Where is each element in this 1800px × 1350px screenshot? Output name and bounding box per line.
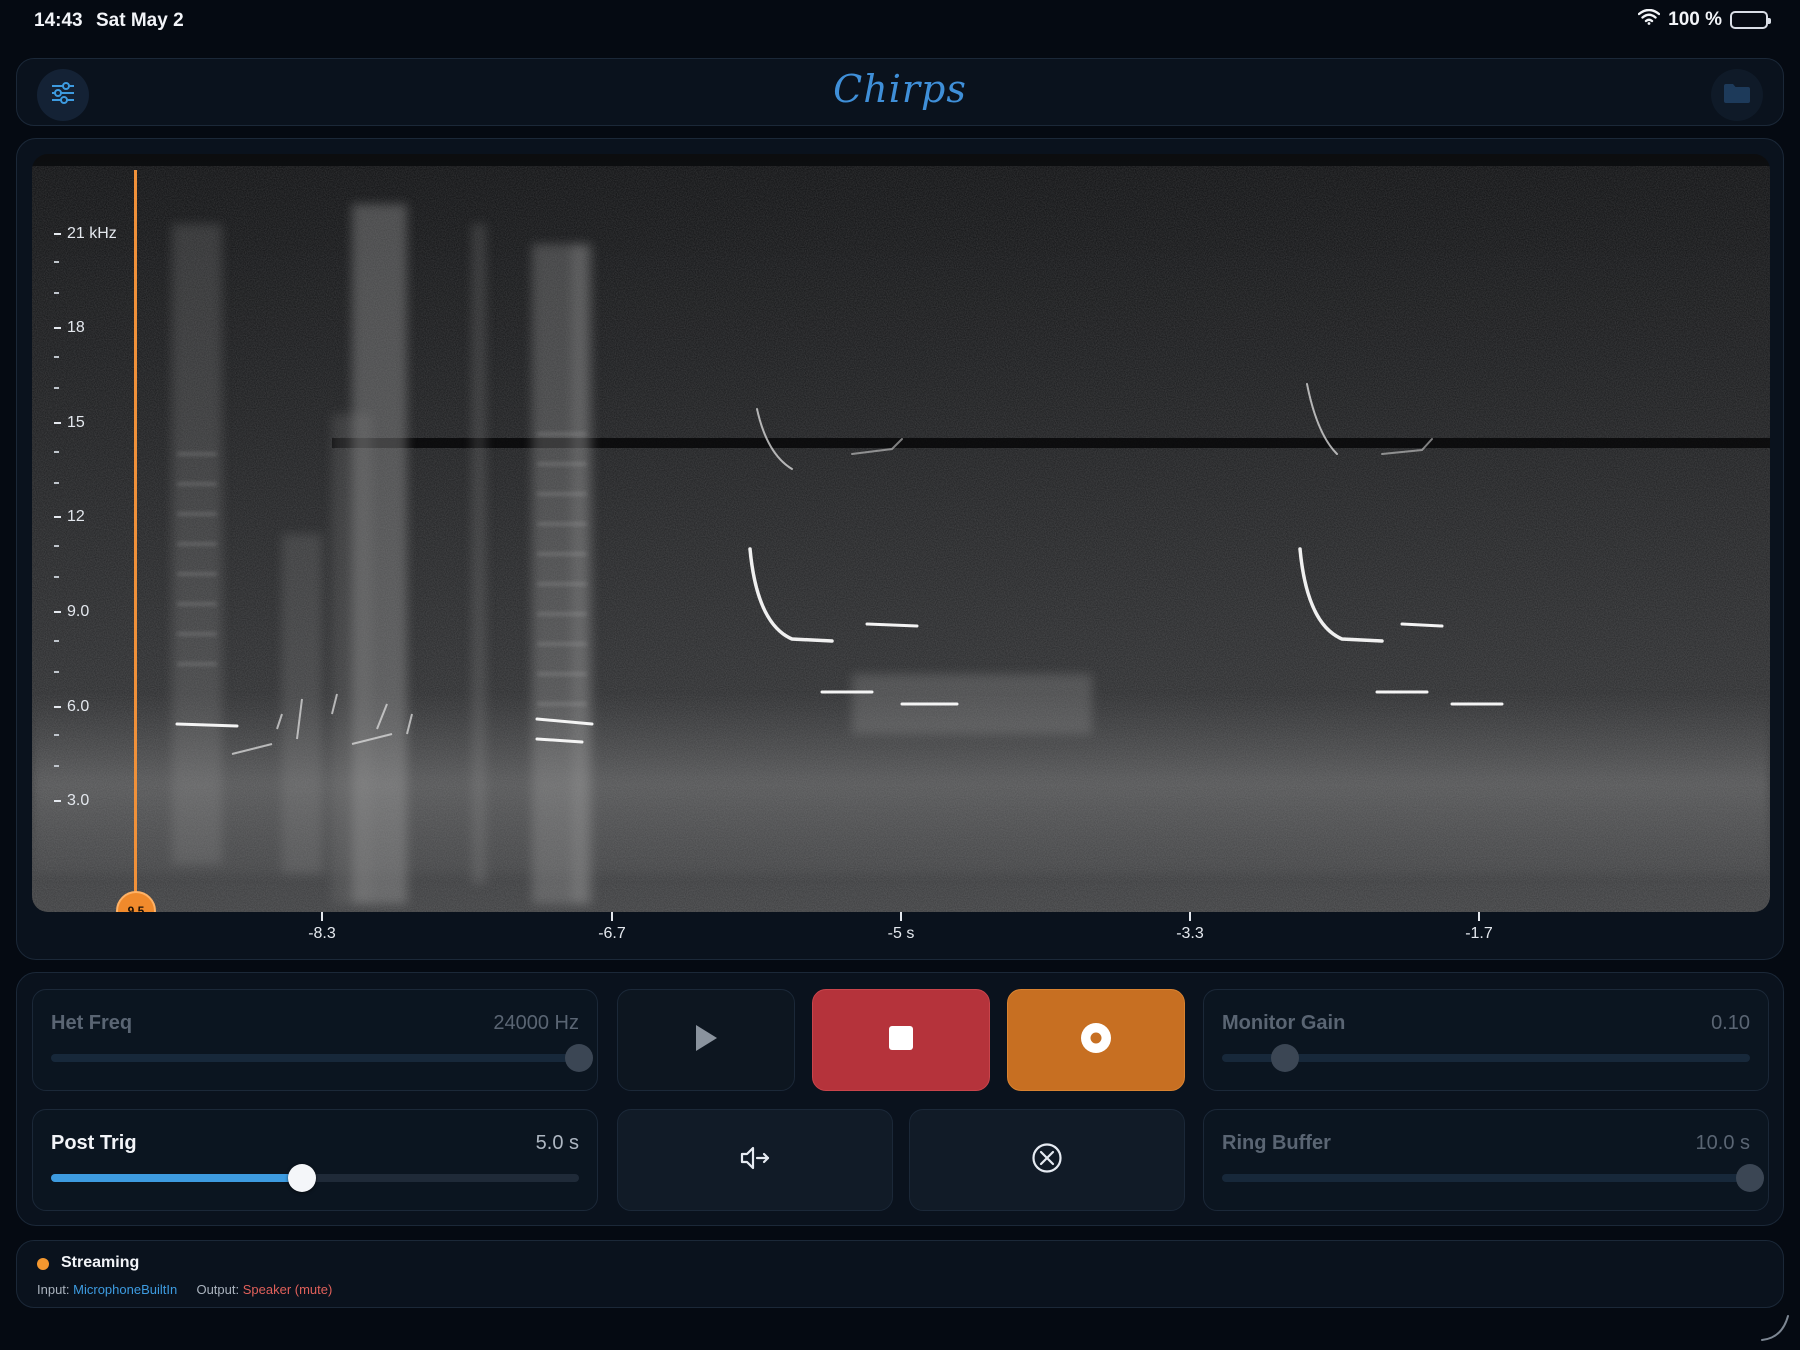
x-tick-label: -8.3: [282, 912, 362, 943]
y-minor-tick: [54, 356, 59, 358]
x-tick-label: -1.7: [1439, 912, 1519, 943]
stop-button[interactable]: [812, 989, 990, 1091]
play-icon: [693, 1023, 719, 1058]
y-minor-tick: [54, 261, 59, 263]
y-tick-label: 21 kHz: [54, 225, 117, 243]
speaker-output-button[interactable]: [617, 1109, 893, 1211]
input-device: MicrophoneBuiltIn: [73, 1282, 178, 1297]
status-bar: 14:43 Sat May 2 100 %: [0, 0, 1800, 44]
post-trig-slider-card: Post Trig 5.0 s: [32, 1109, 598, 1211]
play-button[interactable]: [617, 989, 795, 1091]
resize-handle-icon: [1761, 1315, 1789, 1341]
het-freq-slider[interactable]: [51, 1044, 593, 1072]
y-minor-tick: [54, 292, 59, 294]
post-trig-slider-thumb[interactable]: [287, 1164, 316, 1192]
y-minor-tick: [54, 640, 59, 642]
monitor-gain-slider-card: Monitor Gain 0.10: [1203, 989, 1769, 1091]
spectrogram-panel: 21 kHz 18 15 12 9.0 6.0 3.0 9.5 -8.3 -6.…: [16, 138, 1784, 960]
control-panel: Het Freq 24000 Hz Monitor Gain 0.10 Post…: [16, 972, 1784, 1226]
post-trig-slider[interactable]: [51, 1164, 579, 1192]
folder-icon: [1723, 82, 1751, 109]
time-cursor-line[interactable]: [134, 170, 137, 912]
title-bar: Chirps: [16, 58, 1784, 126]
spectrogram-canvas[interactable]: 21 kHz 18 15 12 9.0 6.0 3.0 9.5: [32, 154, 1770, 912]
streaming-status: Streaming: [61, 1254, 140, 1271]
x-tick-label: -3.3: [1150, 912, 1230, 943]
post-trig-slider-fill: [51, 1174, 302, 1182]
status-time: 14:43: [34, 10, 83, 31]
record-button[interactable]: [1007, 989, 1185, 1091]
status-footer: Streaming Input: MicrophoneBuiltIn Outpu…: [16, 1240, 1784, 1308]
y-tick-label: 3.0: [54, 792, 89, 810]
post-trig-value: 5.0 s: [535, 1132, 579, 1154]
ring-buffer-slider-card: Ring Buffer 10.0 s: [1203, 1109, 1769, 1211]
y-minor-tick: [54, 482, 59, 484]
y-minor-tick: [54, 671, 59, 673]
battery-percent: 100 %: [1668, 9, 1722, 30]
output-label: Output:: [196, 1282, 240, 1297]
app-title: Chirps: [833, 67, 967, 111]
y-minor-tick: [54, 576, 59, 578]
ring-buffer-slider[interactable]: [1222, 1164, 1764, 1192]
stop-icon: [888, 1025, 914, 1056]
speaker-out-icon: [739, 1145, 771, 1176]
post-trig-label: Post Trig: [51, 1132, 137, 1154]
ring-buffer-label: Ring Buffer: [1222, 1132, 1331, 1154]
x-tick-label: -5 s: [861, 912, 941, 943]
input-label: Input:: [37, 1282, 70, 1297]
y-minor-tick: [54, 734, 59, 736]
y-minor-tick: [54, 387, 59, 389]
monitor-gain-slider-thumb[interactable]: [1271, 1044, 1300, 1072]
het-freq-slider-card: Het Freq 24000 Hz: [32, 989, 598, 1091]
record-icon: [1080, 1022, 1112, 1059]
wifi-icon: [1637, 8, 1661, 31]
y-tick-label: 9.0: [54, 603, 89, 621]
output-device: Speaker (mute): [242, 1282, 333, 1297]
y-tick-label: 12: [54, 508, 85, 526]
status-indicators: 100 %: [1637, 8, 1771, 31]
y-tick-label: 6.0: [54, 698, 89, 716]
ring-buffer-slider-thumb[interactable]: [1736, 1164, 1764, 1192]
y-minor-tick: [54, 451, 59, 453]
monitor-gain-slider[interactable]: [1222, 1044, 1750, 1072]
monitor-gain-value: 0.10: [1711, 1012, 1750, 1034]
ring-buffer-value: 10.0 s: [1695, 1132, 1750, 1154]
het-freq-label: Het Freq: [51, 1012, 133, 1034]
clear-button[interactable]: [909, 1109, 1185, 1211]
spectrogram-image: [32, 154, 1770, 912]
streaming-indicator-dot: [37, 1258, 49, 1270]
y-tick-label: 15: [54, 414, 85, 432]
het-freq-slider-thumb[interactable]: [565, 1044, 593, 1072]
het-freq-value: 24000 Hz: [493, 1012, 579, 1034]
battery-icon: [1730, 11, 1771, 29]
y-minor-tick: [54, 545, 59, 547]
folder-button[interactable]: [1711, 69, 1763, 121]
y-tick-label: 18: [54, 319, 85, 337]
status-date: Sat May 2: [96, 10, 184, 31]
y-minor-tick: [54, 765, 59, 767]
clear-circle-icon: [1031, 1142, 1063, 1179]
monitor-gain-label: Monitor Gain: [1222, 1012, 1346, 1034]
x-tick-label: -6.7: [572, 912, 652, 943]
io-info: Input: MicrophoneBuiltIn Output: Speaker…: [37, 1282, 332, 1297]
